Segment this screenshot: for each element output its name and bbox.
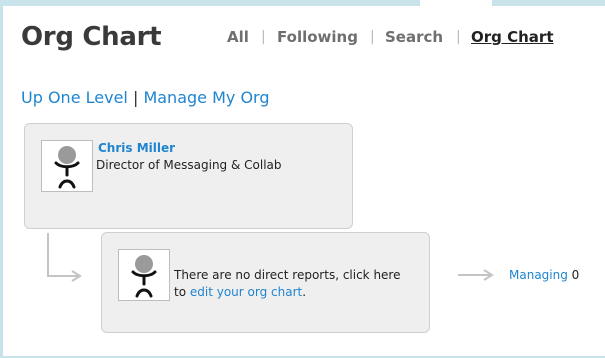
managing-number: 0 (571, 268, 580, 282)
no-reports-suffix: . (302, 285, 307, 299)
person-placeholder-icon (41, 140, 93, 192)
manager-title: Director of Messaging & Collab (96, 158, 282, 172)
managing-link[interactable]: Managing (509, 268, 568, 282)
direct-reports-card: There are no direct reports, click here … (101, 232, 430, 333)
manager-card: Chris Miller Director of Messaging & Col… (24, 123, 353, 229)
edit-org-chart-link[interactable]: edit your org chart (190, 285, 302, 299)
person-placeholder-icon (118, 249, 170, 301)
no-reports-message: There are no direct reports, click here … (174, 267, 401, 301)
manager-name-link[interactable]: Chris Miller (98, 141, 175, 155)
managing-count: Managing 0 (509, 268, 579, 282)
no-reports-prefix: to (174, 285, 190, 299)
manager-to-reports-connector (47, 233, 78, 277)
no-reports-text: There are no direct reports, click here (174, 268, 401, 282)
